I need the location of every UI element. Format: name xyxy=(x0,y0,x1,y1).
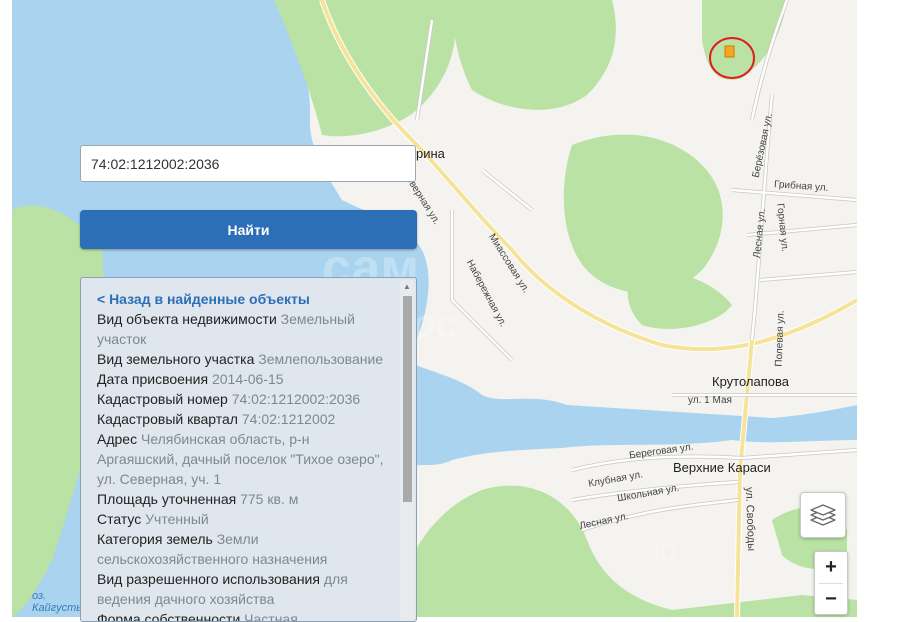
street-label-polevaya: Полевая ул. xyxy=(773,310,787,367)
info-value: Учтенный xyxy=(145,511,209,527)
watermark-line3: ID xyxy=(654,540,676,565)
zoom-control: + − xyxy=(814,551,848,615)
info-value: Частная xyxy=(244,611,298,622)
info-key: Вид разрешенного использования xyxy=(97,571,320,587)
info-key: Категория земель xyxy=(97,531,213,547)
street-label-pervogo-maya: ул. 1 Мая xyxy=(688,395,732,406)
info-row-land-category: Категория земель Земли сельскохозяйствен… xyxy=(97,529,393,569)
town-label-verkhnie-karasi: Верхние Караси xyxy=(673,460,771,475)
scroll-up-arrow-icon[interactable]: ▲ xyxy=(400,280,414,294)
lake-label: оз. Кайгусты xyxy=(32,590,84,614)
object-info-content: < Назад в найденные объекты Вид объекта … xyxy=(97,289,393,622)
info-value: 74:02:1212002:2036 xyxy=(231,391,361,407)
info-row-area: Площадь уточненная 775 кв. м xyxy=(97,489,393,509)
info-row-status: Статус Учтенный xyxy=(97,509,393,529)
info-panel-scrollbar[interactable]: ▲ xyxy=(400,280,414,621)
info-key: Дата присвоения xyxy=(97,371,209,387)
info-row-cadastral-quarter: Кадастровый квартал 74:02:1212002 xyxy=(97,409,393,429)
info-row-address: Адрес Челябинская область, р-н Аргаяшски… xyxy=(97,429,393,489)
zoom-out-button[interactable]: − xyxy=(815,584,847,614)
info-value: Челябинская область, р-н Аргаяшский, дач… xyxy=(97,431,384,487)
info-row-ownership-form: Форма собственности Частная xyxy=(97,609,393,622)
lake-label-name: Кайгусты xyxy=(32,602,85,614)
lake-label-prefix: оз. xyxy=(32,590,47,602)
info-key: Кадастровый квартал xyxy=(97,411,238,427)
info-row-cadastral-number: Кадастровый номер 74:02:1212002:2036 xyxy=(97,389,393,409)
layers-icon xyxy=(810,504,836,526)
info-key: Статус xyxy=(97,511,142,527)
info-key: Адрес xyxy=(97,431,138,447)
info-value: 74:02:1212002 xyxy=(241,411,336,427)
info-row-assignment-date: Дата присвоения 2014-06-15 xyxy=(97,369,393,389)
info-key: Вид земельного участка xyxy=(97,351,255,367)
street-label-svobody: ул. Свободы xyxy=(742,486,758,552)
info-key: Кадастровый номер xyxy=(97,391,228,407)
info-row-land-type: Вид земельного участка Землепользование xyxy=(97,349,393,369)
info-key: Вид объекта недвижимости xyxy=(97,311,277,327)
info-value: 775 кв. м xyxy=(240,491,299,507)
info-value: 2014-06-15 xyxy=(211,371,284,387)
info-row-object-type: Вид объекта недвижимости Земельный участ… xyxy=(97,309,393,349)
back-to-results-link[interactable]: < Назад в найденные объекты xyxy=(97,289,393,309)
info-key: Площадь уточненная xyxy=(97,491,237,507)
info-value: Землепользование xyxy=(258,351,384,367)
town-label-krutolapova: Крутолапова xyxy=(712,374,789,389)
cadastral-search-input[interactable] xyxy=(80,145,416,182)
find-button[interactable]: Найти xyxy=(80,210,417,249)
scroll-thumb[interactable] xyxy=(403,296,412,502)
info-key: Форма собственности xyxy=(97,611,241,622)
zoom-in-button[interactable]: + xyxy=(815,552,847,582)
info-row-permitted-use: Вид разрешенного использования для веден… xyxy=(97,569,393,609)
object-info-panel[interactable]: < Назад в найденные объекты Вид объекта … xyxy=(80,277,417,622)
layers-button[interactable] xyxy=(800,492,846,538)
